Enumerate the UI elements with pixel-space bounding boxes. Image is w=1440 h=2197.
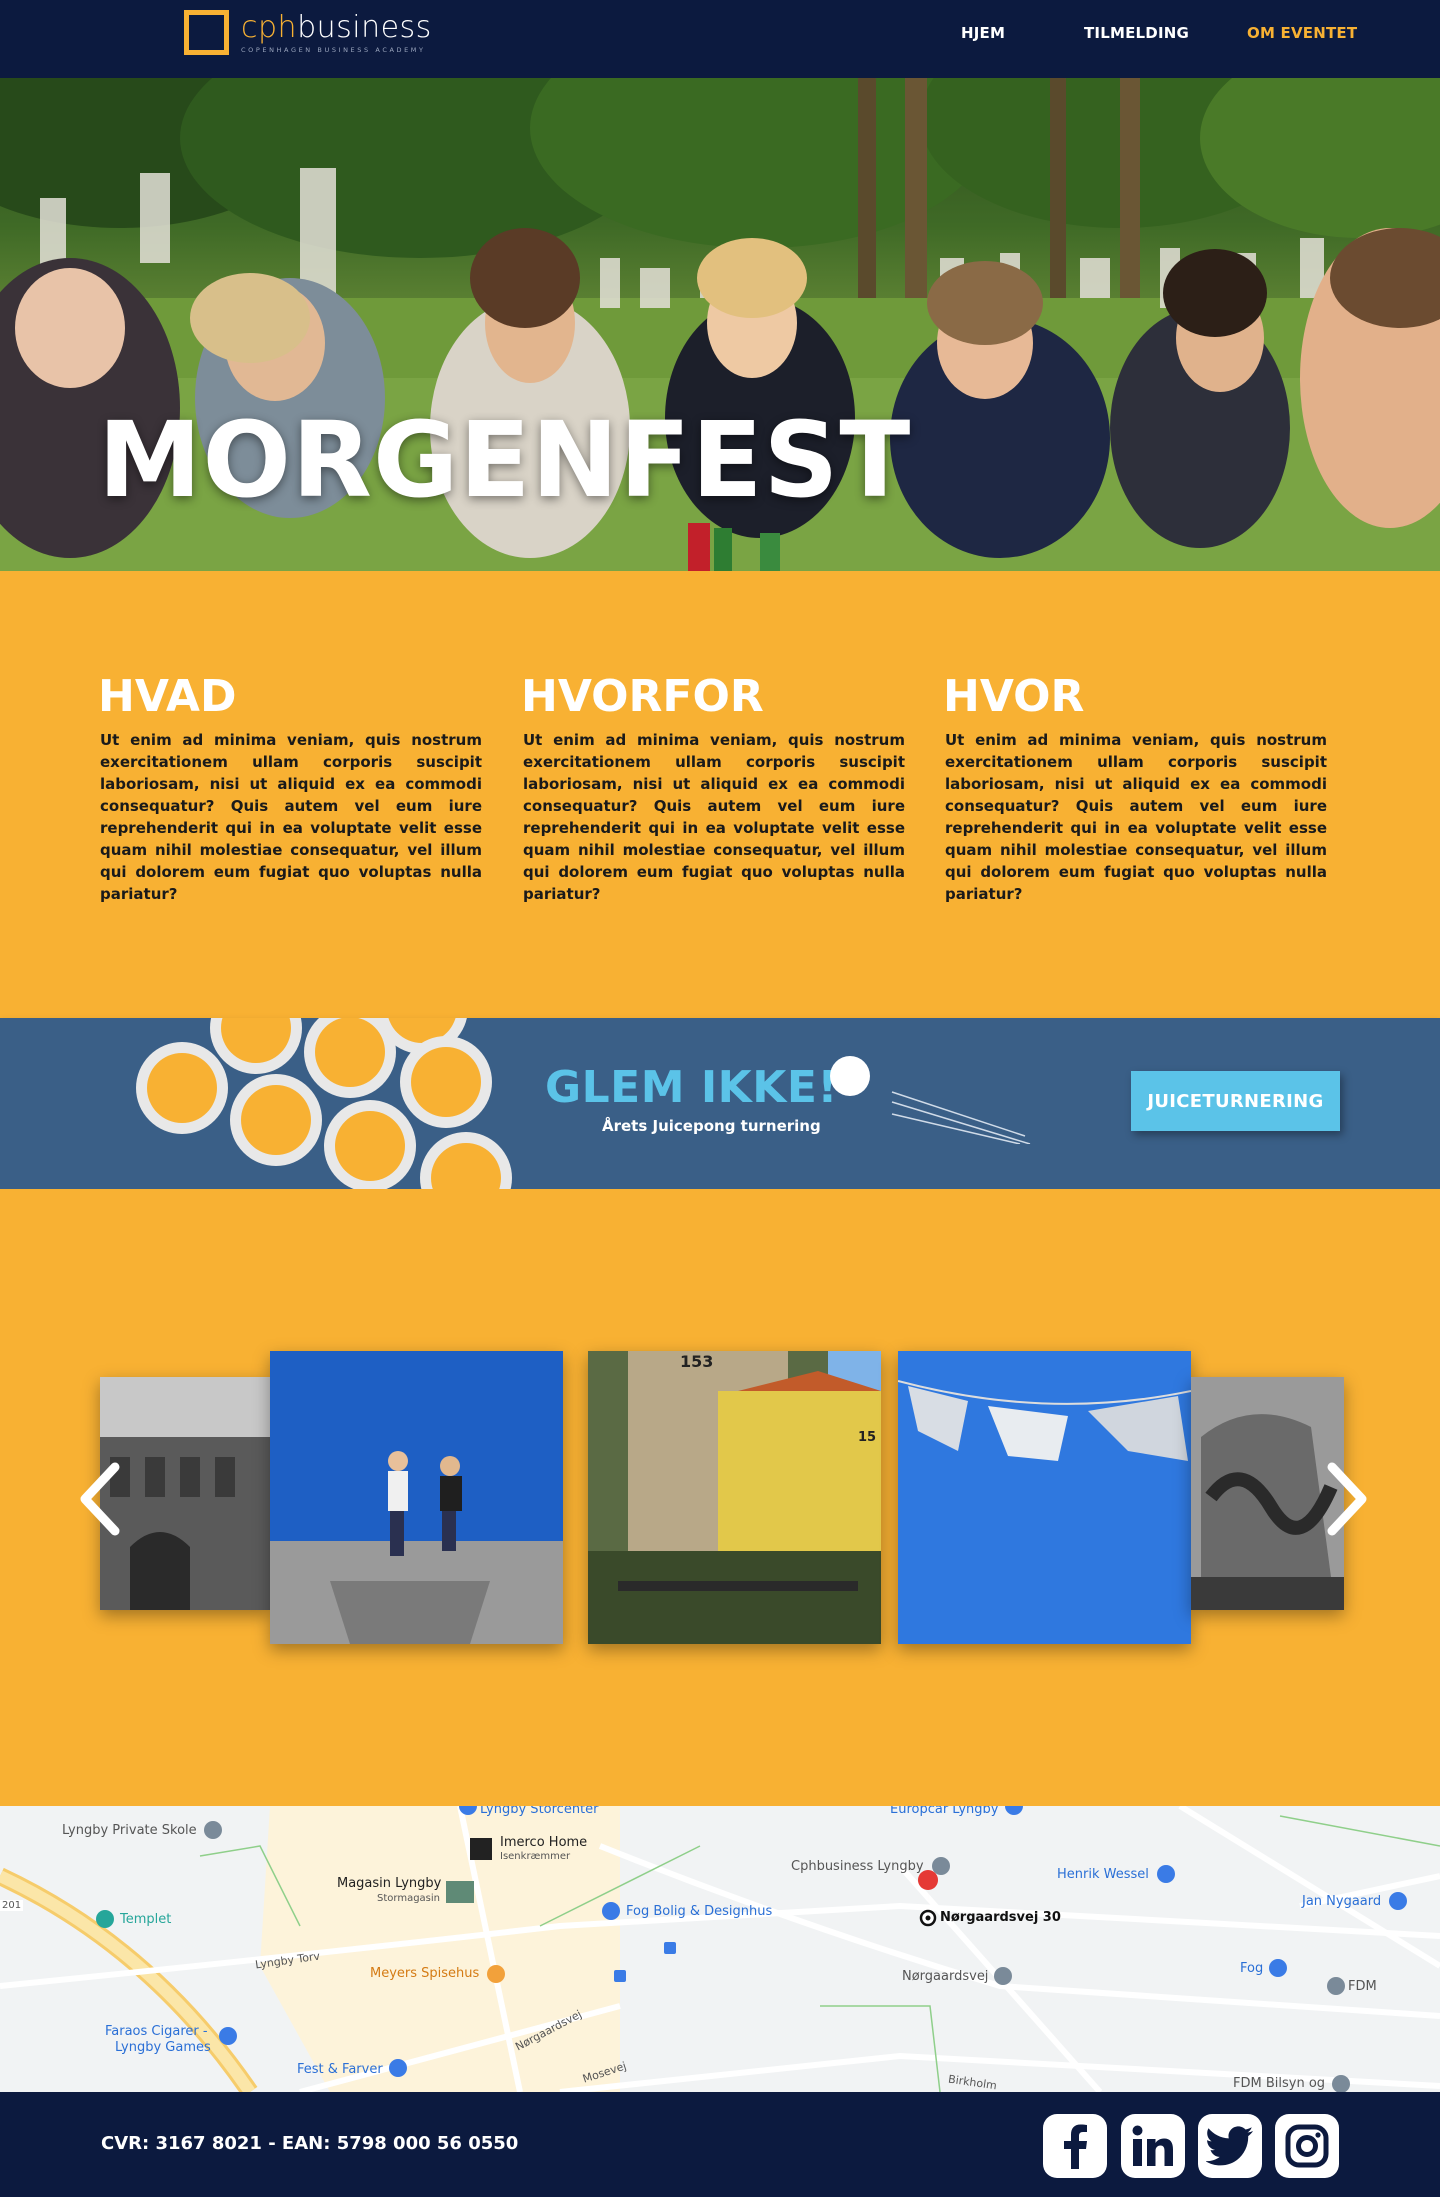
map-label-cphbusiness: Cphbusiness Lyngby <box>791 1859 924 1874</box>
skatepark-photo <box>270 1351 563 1644</box>
map-label-magasin: Magasin Lyngby <box>337 1876 442 1891</box>
info-column-hvad: HVAD Ut enim ad minima veniam, quis nost… <box>98 671 482 905</box>
carousel-photo-3[interactable]: 153 15 <box>588 1351 881 1644</box>
map-label-fdm: FDM <box>1348 1979 1377 1994</box>
map-label-lyngby-storcenter: Lyngby Storcenter <box>480 1806 599 1817</box>
twitter-icon <box>1206 2126 1253 2166</box>
map-label-meyers: Meyers Spisehus <box>370 1966 480 1981</box>
map-label-fest-farver: Fest & Farver <box>297 2062 383 2077</box>
cups-illustration-icon <box>136 1018 512 1189</box>
map-label-faraos: Faraos Cigarer - <box>105 2024 208 2039</box>
photo-carousel: 153 15 <box>0 1189 1440 1806</box>
banner-subtitle: Årets Juicepong turnering <box>602 1117 821 1135</box>
instagram-link[interactable] <box>1275 2114 1339 2178</box>
info-text-hvor: Ut enim ad minima veniam, quis nostrum e… <box>945 731 1327 903</box>
map-label-destination: Nørgaardsvej 30 <box>940 1910 1061 1925</box>
map-label-norgaardsvej: Nørgaardsvej <box>902 1969 989 1984</box>
nav-link-hjem[interactable]: HJEM <box>961 24 1005 42</box>
footer-company-info: CVR: 3167 8021 - EAN: 5798 000 56 0550 <box>101 2133 519 2154</box>
info-title-hvad: HVAD <box>98 671 237 722</box>
facebook-icon <box>1064 2124 1087 2169</box>
juicepong-banner: GLEM IKKE! Årets Juicepong turnering JUI… <box>0 1018 1440 1189</box>
instagram-icon <box>1285 2124 1329 2168</box>
carousel-photo-4[interactable] <box>898 1351 1191 1644</box>
map-label-fog: Fog <box>1240 1961 1264 1976</box>
juiceturnering-button[interactable]: JUICETURNERING <box>1131 1071 1340 1131</box>
map-label-road-201: 201 <box>0 1900 24 1911</box>
footer: CVR: 3167 8021 - EAN: 5798 000 56 0550 <box>0 2092 1440 2197</box>
info-text-hvad: Ut enim ad minima veniam, quis nostrum e… <box>100 731 482 903</box>
carousel-photo-2[interactable] <box>270 1351 563 1644</box>
map-label-fdm-bilsyn: FDM Bilsyn og <box>1233 2076 1326 2091</box>
banner-title: GLEM IKKE! <box>545 1062 838 1113</box>
flags-sky-photo <box>898 1351 1191 1644</box>
info-column-hvor: HVOR Ut enim ad minima veniam, quis nost… <box>943 671 1327 905</box>
linkedin-icon <box>1132 2125 1173 2166</box>
nav-link-tilmelding[interactable]: TILMELDING <box>1084 24 1189 42</box>
map-label-henrik-wessel: Henrik Wessel <box>1057 1867 1149 1882</box>
location-map[interactable]: Lyngby Storcenter Europcar Lyngby Lyngby… <box>0 1806 1440 2092</box>
building-photo <box>100 1377 270 1610</box>
map-label-europcar: Europcar Lyngby <box>890 1806 999 1817</box>
campus-building-photo: 153 15 <box>588 1351 881 1644</box>
map-label-lyngby-games: Lyngby Games <box>115 2040 211 2055</box>
info-section: HVAD Ut enim ad minima veniam, quis nost… <box>0 571 1440 1018</box>
carousel-next-icon[interactable] <box>1322 1459 1372 1539</box>
facebook-link[interactable] <box>1043 2114 1107 2178</box>
linkedin-link[interactable] <box>1121 2114 1185 2178</box>
carousel-prev-icon[interactable] <box>75 1459 125 1539</box>
info-column-hvorfor: HVORFOR Ut enim ad minima veniam, quis n… <box>521 671 905 905</box>
map-label-private-skole: Lyngby Private Skole <box>62 1823 197 1838</box>
map-label-imerco: Imerco Home <box>500 1835 588 1850</box>
map-background <box>0 1806 1440 2092</box>
map-label-jan-nygaard: Jan Nygaard <box>1302 1894 1382 1909</box>
info-text-hvorfor: Ut enim ad minima veniam, quis nostrum e… <box>523 731 905 903</box>
map-label-imerco-sub: Isenkræmmer <box>500 1851 571 1862</box>
building-number-15: 15 <box>858 1430 876 1445</box>
carousel-photo-1[interactable] <box>100 1377 270 1610</box>
map-label-magasin-sub: Stormagasin <box>377 1893 440 1904</box>
hero-title: MORGENFEST <box>98 399 912 521</box>
nav-link-om-eventet[interactable]: OM EVENTET <box>1247 24 1357 42</box>
info-title-hvor: HVOR <box>943 671 1085 722</box>
hero-section: MORGENFEST <box>0 78 1440 571</box>
map-label-fog-bolig: Fog Bolig & Designhus <box>626 1904 773 1919</box>
building-number-153: 153 <box>680 1352 713 1371</box>
nav-links: HJEM TILMELDING OM EVENTET <box>0 24 1440 48</box>
info-title-hvorfor: HVORFOR <box>521 671 764 722</box>
ping-pong-ball-icon <box>830 1056 1031 1144</box>
twitter-link[interactable] <box>1198 2114 1262 2178</box>
map-label-templet: Templet <box>120 1912 172 1927</box>
top-navigation: cphbusiness COPENHAGEN BUSINESS ACADEMY … <box>0 0 1440 78</box>
